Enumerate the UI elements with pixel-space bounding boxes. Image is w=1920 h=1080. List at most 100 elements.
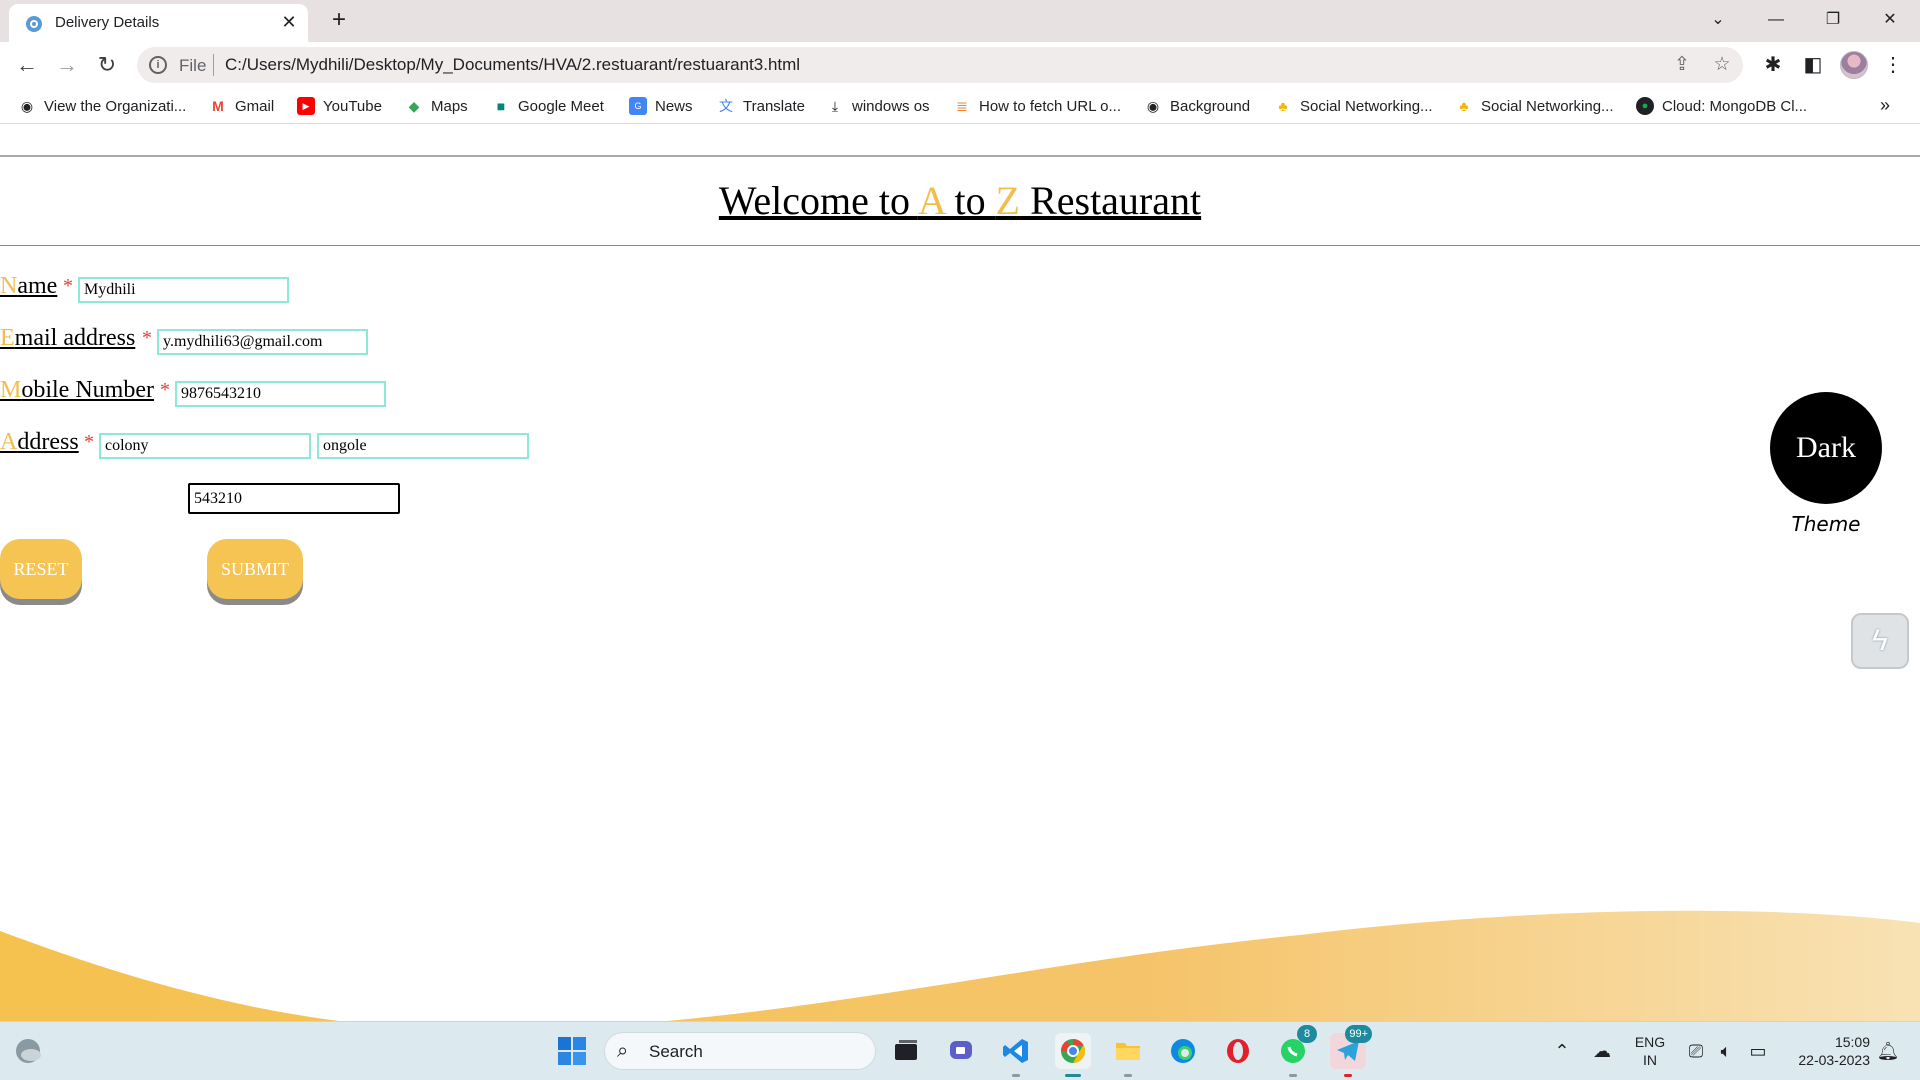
bookmark-item[interactable]: ⤓ windows os xyxy=(826,95,930,117)
name-label: Name xyxy=(0,273,58,299)
download-icon: ⤓ xyxy=(831,98,839,114)
bookmark-item[interactable]: 文 Translate xyxy=(717,95,805,117)
taskbar-search-label: Search xyxy=(649,1042,703,1061)
bookmark-label: View the Organizati... xyxy=(44,97,187,115)
minimize-button[interactable]: — xyxy=(1753,4,1799,36)
name-input[interactable]: Mydhili xyxy=(78,277,289,303)
active-tab[interactable]: Delivery Details ✕ xyxy=(9,4,308,42)
bookmark-label: Gmail xyxy=(235,97,275,115)
bookmark-label: How to fetch URL o... xyxy=(979,97,1122,115)
running-indicator xyxy=(1289,1074,1297,1077)
volume-icon[interactable]: 🔈︎ xyxy=(1708,1033,1744,1069)
maps-icon: ◆ xyxy=(408,98,420,114)
address-url[interactable]: C:/Users/Mydhili/Desktop/My_Documents/HV… xyxy=(225,55,800,75)
reset-button[interactable]: RESET xyxy=(0,539,82,599)
back-arrow-icon[interactable]: ← xyxy=(13,51,41,79)
opera-icon[interactable] xyxy=(1220,1033,1256,1069)
share-icon[interactable]: ⇪ xyxy=(1671,54,1693,76)
address-scheme: File xyxy=(179,56,207,75)
bookmark-star-icon[interactable]: ☆ xyxy=(1711,54,1733,76)
battery-icon[interactable]: ▭ xyxy=(1740,1033,1776,1069)
bookmark-label: Background xyxy=(1170,97,1251,115)
bookmark-item[interactable]: ♣ Social Networking... xyxy=(1274,95,1433,117)
close-window-button[interactable]: ✕ xyxy=(1867,4,1913,36)
title-letter-z: Z xyxy=(995,178,1021,223)
task-view-icon[interactable] xyxy=(888,1033,924,1069)
notification-bell-icon[interactable]: 🔔︎ xyxy=(1870,1033,1906,1069)
weather-widget-icon[interactable] xyxy=(10,1033,46,1069)
whatsapp-badge: 8 xyxy=(1297,1025,1317,1043)
edge-icon[interactable] xyxy=(1165,1033,1201,1069)
vscode-icon[interactable] xyxy=(998,1033,1034,1077)
bookmark-item[interactable]: ≣ How to fetch URL o... xyxy=(953,95,1121,117)
bookmark-item[interactable]: ◉ View the Organizati... xyxy=(18,95,186,117)
mobile-label: Mobile Number xyxy=(0,377,154,403)
tab-title: Delivery Details xyxy=(55,14,160,31)
running-indicator xyxy=(1012,1074,1020,1077)
top-divider xyxy=(0,155,1920,157)
chrome-icon[interactable] xyxy=(1055,1033,1091,1077)
address-bar[interactable]: i File C:/Users/Mydhili/Desktop/My_Docum… xyxy=(137,47,1743,83)
restore-button[interactable]: ❐ xyxy=(1810,4,1856,36)
bookmark-item[interactable]: ▶ YouTube xyxy=(297,95,382,117)
side-panel-icon[interactable]: ◧ xyxy=(1800,52,1826,78)
mobile-input[interactable]: 9876543210 xyxy=(175,381,386,407)
bookmark-item[interactable]: M Gmail xyxy=(209,95,274,117)
meet-icon: ■ xyxy=(496,98,506,114)
profile-avatar[interactable] xyxy=(1840,51,1868,79)
extensions-puzzle-icon[interactable]: ✱ xyxy=(1760,52,1786,78)
bookmark-label: Social Networking... xyxy=(1481,97,1614,115)
address-line1-input[interactable]: colony xyxy=(99,433,311,459)
teams-chat-icon[interactable] xyxy=(944,1033,980,1069)
bookmark-item[interactable]: ■ Google Meet xyxy=(492,95,604,117)
start-windows-icon[interactable] xyxy=(554,1033,590,1069)
bookmark-label: Cloud: MongoDB Cl... xyxy=(1662,97,1808,115)
required-asterisk: * xyxy=(160,379,170,401)
bookmark-item[interactable]: G News xyxy=(629,95,693,117)
news-icon: G xyxy=(629,97,647,115)
theme-label: Theme xyxy=(1791,512,1861,536)
menu-kebab-icon[interactable]: ⋮ xyxy=(1880,52,1906,78)
language-indicator[interactable]: ENG IN xyxy=(1628,1033,1672,1069)
globe-icon: ◉ xyxy=(1146,98,1160,114)
bookmarks-overflow-chevron[interactable]: » xyxy=(1880,95,1890,116)
bookmark-item[interactable]: ◉ Background xyxy=(1144,95,1250,117)
info-icon[interactable]: i xyxy=(149,56,167,74)
pincode-input[interactable]: 543210 xyxy=(188,483,400,514)
dark-theme-toggle[interactable]: Dark xyxy=(1770,392,1882,504)
email-input[interactable]: y.mydhili63@gmail.com xyxy=(157,329,368,355)
page-title: Welcome to A to Z Restaurant xyxy=(0,177,1920,224)
site-icon: ♣ xyxy=(1278,98,1288,114)
tab-close-icon[interactable]: ✕ xyxy=(279,12,299,32)
bookmark-item[interactable]: ♣ Social Networking... xyxy=(1455,95,1614,117)
address-label: Address xyxy=(0,429,79,455)
file-explorer-icon[interactable] xyxy=(1110,1033,1146,1077)
telegram-badge: 99+ xyxy=(1345,1025,1372,1043)
browser-toolbar: ← → ↻ i File C:/Users/Mydhili/Desktop/My… xyxy=(0,42,1920,88)
show-hidden-icons-chevron[interactable]: ⌃ xyxy=(1544,1033,1580,1069)
tab-search-chevron-icon[interactable]: ⌄ xyxy=(1695,4,1741,36)
onedrive-cloud-icon[interactable]: ☁ xyxy=(1584,1033,1620,1069)
globe-icon: ◉ xyxy=(20,98,34,114)
clock[interactable]: 15:09 22-03-2023 xyxy=(1778,1033,1870,1069)
floating-extension-button[interactable]: ϟ xyxy=(1851,613,1909,669)
bookmark-label: Social Networking... xyxy=(1300,97,1433,115)
telegram-icon[interactable]: 99+ xyxy=(1330,1025,1372,1077)
bookmark-label: Google Meet xyxy=(518,97,604,115)
bookmark-item[interactable]: ◆ Maps xyxy=(405,95,468,117)
new-tab-button[interactable]: + xyxy=(326,8,352,34)
submit-button[interactable]: SUBMIT xyxy=(207,539,303,599)
address-line2-input[interactable]: ongole xyxy=(317,433,529,459)
title-text: to xyxy=(944,178,996,223)
mongodb-icon: ● xyxy=(1636,97,1654,115)
title-text: Welcome to xyxy=(718,178,918,223)
forward-arrow-icon[interactable]: → xyxy=(53,51,81,79)
title-text: Restaurant xyxy=(1020,178,1202,223)
required-asterisk: * xyxy=(84,431,94,453)
bookmark-item[interactable]: ● Cloud: MongoDB Cl... xyxy=(1636,95,1807,117)
taskbar-search-box[interactable]: ⌕ Search xyxy=(604,1032,876,1070)
active-indicator xyxy=(1065,1074,1081,1077)
search-icon: ⌕ xyxy=(617,1040,629,1062)
whatsapp-icon[interactable]: 8 xyxy=(1275,1025,1317,1077)
reload-icon[interactable]: ↻ xyxy=(93,51,121,79)
